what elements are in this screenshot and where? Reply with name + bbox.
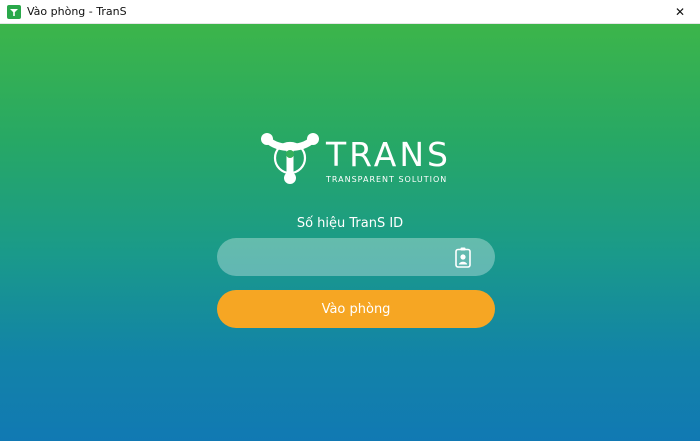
- main-panel: TRANS TRANSPARENT SOLUTION Số hiệu TranS…: [0, 24, 700, 441]
- app-window: Vào phòng - TranS ✕ TRANS TRANSPARENT SO…: [0, 0, 700, 441]
- trans-id-field[interactable]: [217, 238, 495, 278]
- trans-logo: TRANS TRANSPARENT SOLUTION: [260, 128, 460, 192]
- close-button[interactable]: ✕: [660, 0, 700, 24]
- enter-room-button[interactable]: Vào phòng: [217, 290, 495, 328]
- close-icon: ✕: [674, 5, 686, 19]
- trans-id-label: Số hiệu TranS ID: [296, 216, 404, 231]
- enter-room-label: Vào phòng: [321, 301, 391, 317]
- logo-tagline: TRANSPARENT SOLUTION: [326, 175, 448, 184]
- id-badge-icon: [455, 247, 471, 268]
- trans-logo-icon: [7, 4, 21, 19]
- trans-id-input[interactable]: [233, 238, 457, 278]
- logo-wordmark: TRANS: [326, 135, 451, 174]
- title-bar: Vào phòng - TranS ✕: [0, 0, 700, 24]
- trans-logo-mark: [261, 133, 319, 184]
- window-title: Vào phòng - TranS: [27, 5, 127, 18]
